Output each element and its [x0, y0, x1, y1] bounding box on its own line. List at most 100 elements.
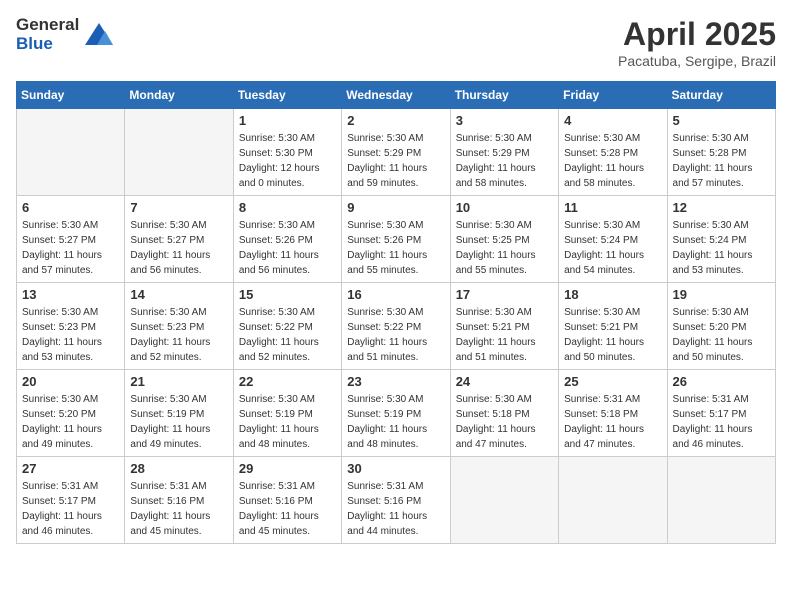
day-detail: Sunrise: 5:31 AMSunset: 5:17 PMDaylight:…	[22, 479, 119, 539]
day-number: 30	[347, 461, 444, 476]
calendar-cell	[125, 109, 233, 196]
day-detail: Sunrise: 5:30 AMSunset: 5:21 PMDaylight:…	[456, 305, 553, 365]
day-number: 26	[673, 374, 770, 389]
day-detail: Sunrise: 5:30 AMSunset: 5:29 PMDaylight:…	[347, 131, 444, 191]
day-detail: Sunrise: 5:30 AMSunset: 5:28 PMDaylight:…	[673, 131, 770, 191]
day-number: 6	[22, 200, 119, 215]
day-number: 3	[456, 113, 553, 128]
day-detail: Sunrise: 5:30 AMSunset: 5:27 PMDaylight:…	[130, 218, 227, 278]
calendar-cell: 12Sunrise: 5:30 AMSunset: 5:24 PMDayligh…	[667, 196, 775, 283]
calendar-cell: 10 Sunrise: 5:30 AMSunset: 5:25 PMDayligh…	[450, 196, 558, 283]
calendar-cell: 16Sunrise: 5:30 AMSunset: 5:22 PMDayligh…	[342, 283, 450, 370]
calendar-cell: 11Sunrise: 5:30 AMSunset: 5:24 PMDayligh…	[559, 196, 667, 283]
logo-blue: Blue	[16, 35, 79, 54]
logo: General Blue	[16, 16, 115, 53]
calendar-cell	[17, 109, 125, 196]
day-number: 4	[564, 113, 661, 128]
calendar-cell	[667, 457, 775, 544]
day-number: 17	[456, 287, 553, 302]
day-number: 15	[239, 287, 336, 302]
calendar-cell: 14 Sunrise: 5:30 AMSunset: 5:23 PMDayligh…	[125, 283, 233, 370]
calendar-cell: 30 Sunrise: 5:31 AMSunset: 5:16 PMDayligh…	[342, 457, 450, 544]
day-number: 19	[673, 287, 770, 302]
calendar-cell: 15 Sunrise: 5:30 AMSunset: 5:22 PMDayligh…	[233, 283, 341, 370]
day-number: 22	[239, 374, 336, 389]
day-number: 27	[22, 461, 119, 476]
day-detail: Sunrise: 5:30 AMSunset: 5:20 PMDaylight:…	[673, 305, 770, 365]
calendar-cell: 22 Sunrise: 5:30 AMSunset: 5:19 PMDayligh…	[233, 370, 341, 457]
day-detail: Sunrise: 5:30 AMSunset: 5:25 PMDaylight:…	[456, 218, 553, 278]
title-area: April 2025 Pacatuba, Sergipe, Brazil	[618, 16, 776, 69]
day-number: 13	[22, 287, 119, 302]
day-number: 9	[347, 200, 444, 215]
day-number: 23	[347, 374, 444, 389]
month-title: April 2025	[618, 16, 776, 53]
calendar-cell: 4 Sunrise: 5:30 AMSunset: 5:28 PMDaylight…	[559, 109, 667, 196]
calendar-cell: 9 Sunrise: 5:30 AMSunset: 5:26 PMDaylight…	[342, 196, 450, 283]
day-detail: Sunrise: 5:30 AMSunset: 5:23 PMDaylight:…	[22, 305, 119, 365]
calendar-cell: 18Sunrise: 5:30 AMSunset: 5:21 PMDayligh…	[559, 283, 667, 370]
day-number: 7	[130, 200, 227, 215]
calendar-cell: 5 Sunrise: 5:30 AMSunset: 5:28 PMDaylight…	[667, 109, 775, 196]
calendar-cell: 21Sunrise: 5:30 AMSunset: 5:19 PMDayligh…	[125, 370, 233, 457]
calendar-table: SundayMondayTuesdayWednesdayThursdayFrid…	[16, 81, 776, 544]
weekday-header-thursday: Thursday	[450, 82, 558, 109]
day-detail: Sunrise: 5:30 AMSunset: 5:19 PMDaylight:…	[130, 392, 227, 452]
logo-icon	[83, 21, 115, 49]
day-detail: Sunrise: 5:30 AMSunset: 5:19 PMDaylight:…	[239, 392, 336, 452]
calendar-cell: 6 Sunrise: 5:30 AMSunset: 5:27 PMDaylight…	[17, 196, 125, 283]
calendar-cell: 23 Sunrise: 5:30 AMSunset: 5:19 PMDayligh…	[342, 370, 450, 457]
day-detail: Sunrise: 5:30 AMSunset: 5:26 PMDaylight:…	[239, 218, 336, 278]
weekday-header-saturday: Saturday	[667, 82, 775, 109]
weekday-header-tuesday: Tuesday	[233, 82, 341, 109]
day-number: 2	[347, 113, 444, 128]
day-number: 29	[239, 461, 336, 476]
logo-general: General	[16, 16, 79, 35]
day-number: 20	[22, 374, 119, 389]
day-detail: Sunrise: 5:30 AMSunset: 5:20 PMDaylight:…	[22, 392, 119, 452]
page-header: General Blue April 2025 Pacatuba, Sergip…	[16, 16, 776, 69]
calendar-cell: 1Sunrise: 5:30 AMSunset: 5:30 PMDaylight…	[233, 109, 341, 196]
calendar-cell: 28Sunrise: 5:31 AMSunset: 5:16 PMDayligh…	[125, 457, 233, 544]
day-number: 12	[673, 200, 770, 215]
week-row-2: 6 Sunrise: 5:30 AMSunset: 5:27 PMDaylight…	[17, 196, 776, 283]
day-detail: Sunrise: 5:30 AMSunset: 5:29 PMDaylight:…	[456, 131, 553, 191]
day-detail: Sunrise: 5:30 AMSunset: 5:23 PMDaylight:…	[130, 305, 227, 365]
week-row-5: 27 Sunrise: 5:31 AMSunset: 5:17 PMDayligh…	[17, 457, 776, 544]
day-detail: Sunrise: 5:31 AMSunset: 5:18 PMDaylight:…	[564, 392, 661, 452]
day-detail: Sunrise: 5:30 AMSunset: 5:22 PMDaylight:…	[239, 305, 336, 365]
calendar-cell: 20 Sunrise: 5:30 AMSunset: 5:20 PMDayligh…	[17, 370, 125, 457]
day-detail: Sunrise: 5:31 AMSunset: 5:16 PMDaylight:…	[239, 479, 336, 539]
calendar-cell: 24 Sunrise: 5:30 AMSunset: 5:18 PMDayligh…	[450, 370, 558, 457]
calendar-cell	[450, 457, 558, 544]
weekday-header-row: SundayMondayTuesdayWednesdayThursdayFrid…	[17, 82, 776, 109]
weekday-header-monday: Monday	[125, 82, 233, 109]
day-detail: Sunrise: 5:30 AMSunset: 5:28 PMDaylight:…	[564, 131, 661, 191]
calendar-cell: 2 Sunrise: 5:30 AMSunset: 5:29 PMDaylight…	[342, 109, 450, 196]
location-subtitle: Pacatuba, Sergipe, Brazil	[618, 53, 776, 69]
day-detail: Sunrise: 5:30 AMSunset: 5:18 PMDaylight:…	[456, 392, 553, 452]
day-detail: Sunrise: 5:30 AMSunset: 5:30 PMDaylight:…	[239, 131, 336, 191]
day-detail: Sunrise: 5:30 AMSunset: 5:22 PMDaylight:…	[347, 305, 444, 365]
weekday-header-friday: Friday	[559, 82, 667, 109]
calendar-cell: 19 Sunrise: 5:30 AMSunset: 5:20 PMDayligh…	[667, 283, 775, 370]
day-detail: Sunrise: 5:31 AMSunset: 5:16 PMDaylight:…	[130, 479, 227, 539]
day-number: 10	[456, 200, 553, 215]
day-detail: Sunrise: 5:30 AMSunset: 5:27 PMDaylight:…	[22, 218, 119, 278]
weekday-header-wednesday: Wednesday	[342, 82, 450, 109]
day-number: 5	[673, 113, 770, 128]
day-detail: Sunrise: 5:30 AMSunset: 5:19 PMDaylight:…	[347, 392, 444, 452]
day-number: 24	[456, 374, 553, 389]
day-number: 25	[564, 374, 661, 389]
calendar-cell: 7 Sunrise: 5:30 AMSunset: 5:27 PMDaylight…	[125, 196, 233, 283]
day-number: 14	[130, 287, 227, 302]
weekday-header-sunday: Sunday	[17, 82, 125, 109]
calendar-cell: 13 Sunrise: 5:30 AMSunset: 5:23 PMDayligh…	[17, 283, 125, 370]
calendar-cell: 25 Sunrise: 5:31 AMSunset: 5:18 PMDayligh…	[559, 370, 667, 457]
day-detail: Sunrise: 5:31 AMSunset: 5:16 PMDaylight:…	[347, 479, 444, 539]
week-row-1: 1Sunrise: 5:30 AMSunset: 5:30 PMDaylight…	[17, 109, 776, 196]
day-detail: Sunrise: 5:30 AMSunset: 5:26 PMDaylight:…	[347, 218, 444, 278]
day-detail: Sunrise: 5:30 AMSunset: 5:24 PMDaylight:…	[564, 218, 661, 278]
day-number: 8	[239, 200, 336, 215]
calendar-cell: 29 Sunrise: 5:31 AMSunset: 5:16 PMDayligh…	[233, 457, 341, 544]
